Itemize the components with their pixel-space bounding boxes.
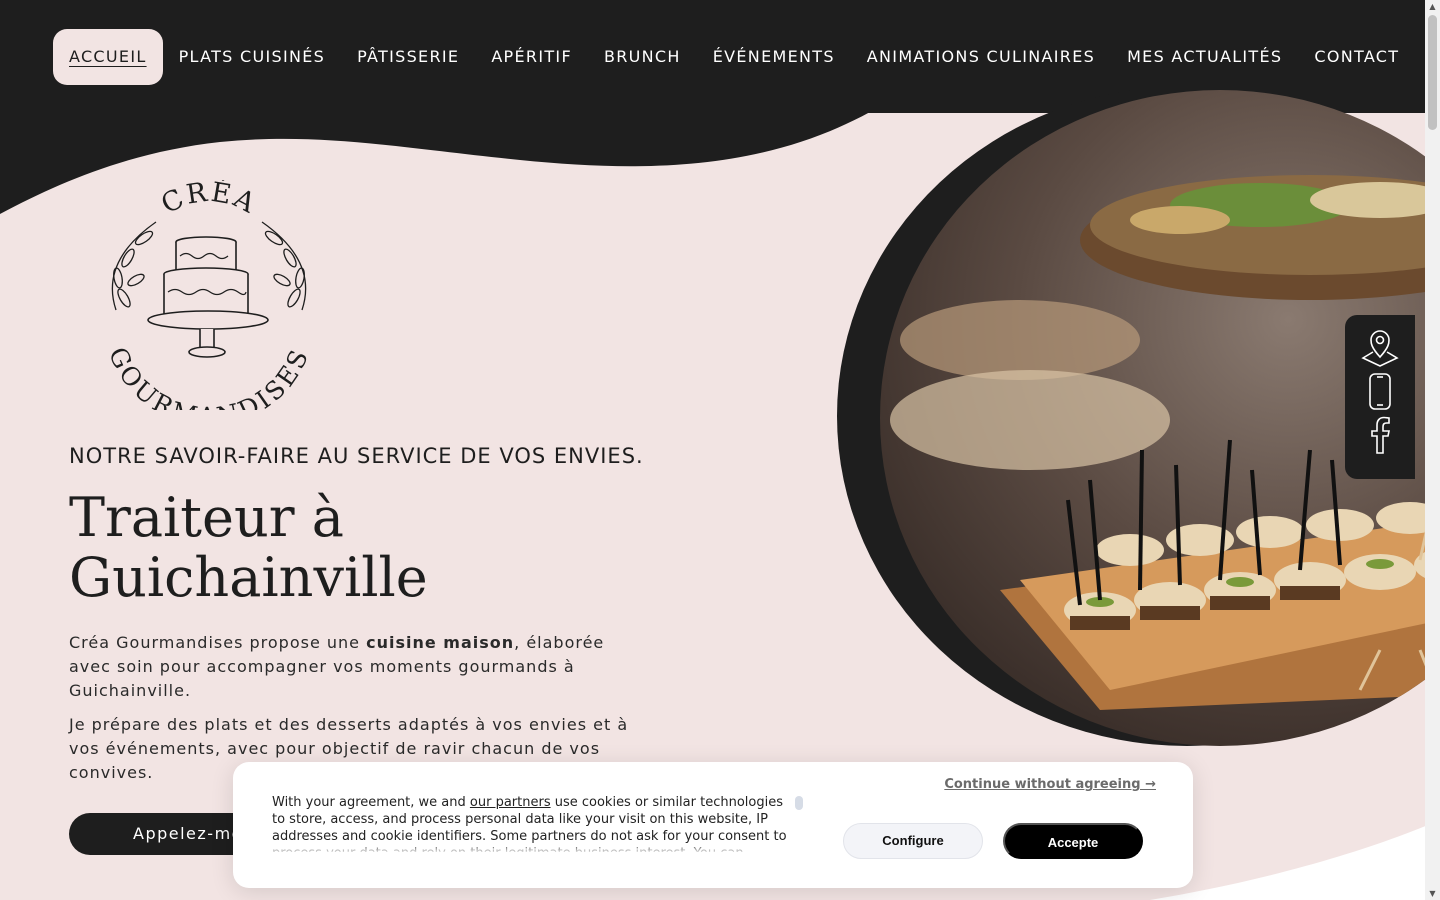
cookie-text-scroll-indicator[interactable] xyxy=(795,796,803,810)
nav-item-evenements[interactable]: ÉVÉNEMENTS xyxy=(697,29,851,85)
hero-photo-frame xyxy=(837,86,1425,766)
facebook-icon[interactable] xyxy=(1361,415,1399,455)
scrollbar-thumb[interactable] xyxy=(1428,15,1437,130)
nav-item-brunch[interactable]: BRUNCH xyxy=(588,29,697,85)
main-nav: ACCUEIL PLATS CUISINÉS PÂTISSERIE APÉRIT… xyxy=(53,29,1415,85)
hero-paragraph-1: Créa Gourmandises propose une cuisine ma… xyxy=(69,631,639,703)
cookie-text-fade xyxy=(272,842,792,854)
nav-item-aperitif[interactable]: APÉRITIF xyxy=(475,29,588,85)
cake-icon: CRÉA GOURMANDISES xyxy=(103,175,312,431)
para1-bold-text: cuisine maison xyxy=(366,633,515,652)
accept-button[interactable]: Accepte xyxy=(1003,823,1143,859)
scroll-up-arrow-icon[interactable]: ▲ xyxy=(1428,2,1437,11)
nav-item-mes-actualites[interactable]: MES ACTUALITÉS xyxy=(1111,29,1298,85)
cookie-consent-banner: With your agreement, we and our partners… xyxy=(233,762,1193,888)
para1-text-start: Créa Gourmandises propose une xyxy=(69,633,367,652)
side-contact-bar xyxy=(1345,315,1415,479)
phone-icon[interactable] xyxy=(1361,371,1399,411)
nav-item-accueil[interactable]: ACCUEIL xyxy=(53,29,163,85)
continue-without-agreeing-link[interactable]: Continue without agreeing → xyxy=(944,777,1156,792)
logo-top-text: CRÉA xyxy=(156,175,259,220)
scroll-down-arrow-icon[interactable]: ▼ xyxy=(1428,889,1437,898)
nav-item-contact[interactable]: CONTACT xyxy=(1298,29,1415,85)
crea-gourmandises-logo[interactable]: CRÉA GOURMANDISES xyxy=(96,175,322,431)
hero-tagline: NOTRE SAVOIR-FAIRE AU SERVICE DE VOS ENV… xyxy=(69,444,644,468)
nav-item-animations-culinaires[interactable]: ANIMATIONS CULINAIRES xyxy=(851,29,1111,85)
bottom-curve-decoration xyxy=(1150,820,1440,900)
svg-text:CRÉA: CRÉA xyxy=(156,180,261,220)
page-scrollbar[interactable]: ▲ ▼ xyxy=(1425,0,1440,900)
cookie-text-start: With your agreement, we and xyxy=(272,795,470,810)
our-partners-link[interactable]: our partners xyxy=(470,795,551,810)
configure-button[interactable]: Configure xyxy=(843,823,983,859)
nav-item-patisserie[interactable]: PÂTISSERIE xyxy=(341,29,475,85)
nav-item-plats-cuisines[interactable]: PLATS CUISINÉS xyxy=(163,29,342,85)
page-title: Traiteur à Guichainville xyxy=(69,486,428,609)
location-pin-icon[interactable] xyxy=(1361,327,1399,367)
